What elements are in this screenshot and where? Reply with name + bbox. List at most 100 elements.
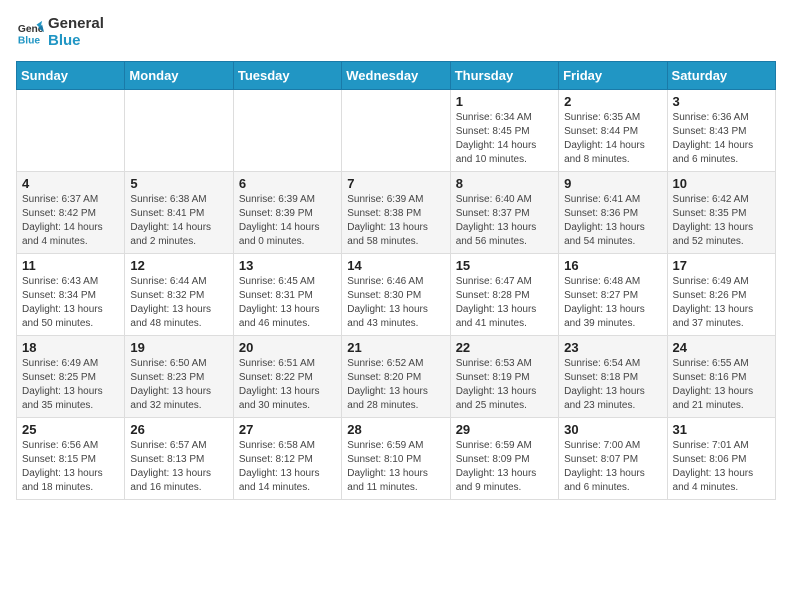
day-number: 7 [347,176,444,191]
day-number: 14 [347,258,444,273]
header-sunday: Sunday [17,62,125,90]
day-info: Sunrise: 6:59 AM Sunset: 8:09 PM Dayligh… [456,439,553,495]
day-number: 5 [130,176,227,191]
calendar-cell: 15 Sunrise: 6:47 AM Sunset: 8:28 PM Dayli… [450,254,558,336]
day-number: 27 [239,422,336,437]
day-info: Sunrise: 6:52 AM Sunset: 8:20 PM Dayligh… [347,357,444,413]
day-number: 6 [239,176,336,191]
calendar-cell: 21 Sunrise: 6:52 AM Sunset: 8:20 PM Dayli… [342,336,450,418]
day-info: Sunrise: 6:37 AM Sunset: 8:42 PM Dayligh… [22,193,119,249]
calendar-cell [17,90,125,172]
calendar-header-row: SundayMondayTuesdayWednesdayThursdayFrid… [17,62,776,90]
day-number: 4 [22,176,119,191]
day-info: Sunrise: 6:35 AM Sunset: 8:44 PM Dayligh… [564,111,661,167]
day-info: Sunrise: 6:43 AM Sunset: 8:34 PM Dayligh… [22,275,119,331]
day-info: Sunrise: 7:00 AM Sunset: 8:07 PM Dayligh… [564,439,661,495]
calendar-cell: 11Sunrise: 6:43 AM Sunset: 8:34 PM Dayli… [17,254,125,336]
header-monday: Monday [125,62,233,90]
day-number: 31 [673,422,770,437]
calendar-cell: 4 Sunrise: 6:37 AM Sunset: 8:42 PM Daylig… [17,172,125,254]
day-info: Sunrise: 6:58 AM Sunset: 8:12 PM Dayligh… [239,439,336,495]
day-number: 26 [130,422,227,437]
calendar-cell: 22Sunrise: 6:53 AM Sunset: 8:19 PM Dayli… [450,336,558,418]
calendar-cell [125,90,233,172]
day-info: Sunrise: 6:51 AM Sunset: 8:22 PM Dayligh… [239,357,336,413]
calendar-cell: 30 Sunrise: 7:00 AM Sunset: 8:07 PM Dayli… [559,418,667,500]
day-info: Sunrise: 6:36 AM Sunset: 8:43 PM Dayligh… [673,111,770,167]
page-header: General Blue General Blue [16,16,776,49]
day-number: 12 [130,258,227,273]
day-info: Sunrise: 6:47 AM Sunset: 8:28 PM Dayligh… [456,275,553,331]
week-row-2: 4 Sunrise: 6:37 AM Sunset: 8:42 PM Daylig… [17,172,776,254]
calendar-cell: 1 Sunrise: 6:34 AM Sunset: 8:45 PM Daylig… [450,90,558,172]
calendar-cell: 8 Sunrise: 6:40 AM Sunset: 8:37 PM Daylig… [450,172,558,254]
day-number: 20 [239,340,336,355]
calendar-cell: 23 Sunrise: 6:54 AM Sunset: 8:18 PM Dayli… [559,336,667,418]
day-info: Sunrise: 6:42 AM Sunset: 8:35 PM Dayligh… [673,193,770,249]
day-info: Sunrise: 6:49 AM Sunset: 8:25 PM Dayligh… [22,357,119,413]
logo: General Blue General Blue [16,16,104,49]
week-row-5: 25Sunrise: 6:56 AM Sunset: 8:15 PM Dayli… [17,418,776,500]
calendar-cell: 12 Sunrise: 6:44 AM Sunset: 8:32 PM Dayli… [125,254,233,336]
calendar-cell: 5 Sunrise: 6:38 AM Sunset: 8:41 PM Daylig… [125,172,233,254]
day-info: Sunrise: 6:48 AM Sunset: 8:27 PM Dayligh… [564,275,661,331]
calendar-cell: 26 Sunrise: 6:57 AM Sunset: 8:13 PM Dayli… [125,418,233,500]
calendar-cell: 27 Sunrise: 6:58 AM Sunset: 8:12 PM Dayli… [233,418,341,500]
day-info: Sunrise: 6:39 AM Sunset: 8:39 PM Dayligh… [239,193,336,249]
day-number: 8 [456,176,553,191]
calendar-cell: 7 Sunrise: 6:39 AM Sunset: 8:38 PM Daylig… [342,172,450,254]
day-number: 18 [22,340,119,355]
day-info: Sunrise: 6:44 AM Sunset: 8:32 PM Dayligh… [130,275,227,331]
header-thursday: Thursday [450,62,558,90]
day-info: Sunrise: 6:40 AM Sunset: 8:37 PM Dayligh… [456,193,553,249]
header-tuesday: Tuesday [233,62,341,90]
calendar-cell: 31 Sunrise: 7:01 AM Sunset: 8:06 PM Dayli… [667,418,775,500]
day-number: 3 [673,94,770,109]
day-number: 21 [347,340,444,355]
week-row-3: 11Sunrise: 6:43 AM Sunset: 8:34 PM Dayli… [17,254,776,336]
header-friday: Friday [559,62,667,90]
day-info: Sunrise: 6:38 AM Sunset: 8:41 PM Dayligh… [130,193,227,249]
day-number: 19 [130,340,227,355]
day-info: Sunrise: 6:46 AM Sunset: 8:30 PM Dayligh… [347,275,444,331]
calendar-cell: 28Sunrise: 6:59 AM Sunset: 8:10 PM Dayli… [342,418,450,500]
header-saturday: Saturday [667,62,775,90]
day-number: 30 [564,422,661,437]
day-number: 13 [239,258,336,273]
day-number: 29 [456,422,553,437]
logo-text-line1: General [48,16,104,33]
week-row-4: 18 Sunrise: 6:49 AM Sunset: 8:25 PM Dayli… [17,336,776,418]
header-wednesday: Wednesday [342,62,450,90]
day-number: 16 [564,258,661,273]
day-info: Sunrise: 6:39 AM Sunset: 8:38 PM Dayligh… [347,193,444,249]
day-number: 24 [673,340,770,355]
day-info: Sunrise: 6:57 AM Sunset: 8:13 PM Dayligh… [130,439,227,495]
calendar-cell: 9 Sunrise: 6:41 AM Sunset: 8:36 PM Daylig… [559,172,667,254]
day-number: 15 [456,258,553,273]
calendar-cell: 13Sunrise: 6:45 AM Sunset: 8:31 PM Dayli… [233,254,341,336]
day-info: Sunrise: 6:41 AM Sunset: 8:36 PM Dayligh… [564,193,661,249]
day-info: Sunrise: 6:34 AM Sunset: 8:45 PM Dayligh… [456,111,553,167]
day-number: 22 [456,340,553,355]
logo-text-line2: Blue [48,33,104,50]
calendar-cell: 2 Sunrise: 6:35 AM Sunset: 8:44 PM Daylig… [559,90,667,172]
day-info: Sunrise: 7:01 AM Sunset: 8:06 PM Dayligh… [673,439,770,495]
calendar-cell: 18 Sunrise: 6:49 AM Sunset: 8:25 PM Dayli… [17,336,125,418]
week-row-1: 1 Sunrise: 6:34 AM Sunset: 8:45 PM Daylig… [17,90,776,172]
day-number: 25 [22,422,119,437]
calendar-cell: 24Sunrise: 6:55 AM Sunset: 8:16 PM Dayli… [667,336,775,418]
calendar-cell: 25Sunrise: 6:56 AM Sunset: 8:15 PM Dayli… [17,418,125,500]
calendar-cell: 29 Sunrise: 6:59 AM Sunset: 8:09 PM Dayli… [450,418,558,500]
day-number: 23 [564,340,661,355]
day-info: Sunrise: 6:59 AM Sunset: 8:10 PM Dayligh… [347,439,444,495]
day-number: 9 [564,176,661,191]
calendar-cell [233,90,341,172]
calendar-cell: 16 Sunrise: 6:48 AM Sunset: 8:27 PM Dayli… [559,254,667,336]
calendar-table: SundayMondayTuesdayWednesdayThursdayFrid… [16,61,776,500]
calendar-cell: 17Sunrise: 6:49 AM Sunset: 8:26 PM Dayli… [667,254,775,336]
day-info: Sunrise: 6:54 AM Sunset: 8:18 PM Dayligh… [564,357,661,413]
day-info: Sunrise: 6:50 AM Sunset: 8:23 PM Dayligh… [130,357,227,413]
day-number: 1 [456,94,553,109]
day-number: 2 [564,94,661,109]
calendar-cell: 3 Sunrise: 6:36 AM Sunset: 8:43 PM Daylig… [667,90,775,172]
